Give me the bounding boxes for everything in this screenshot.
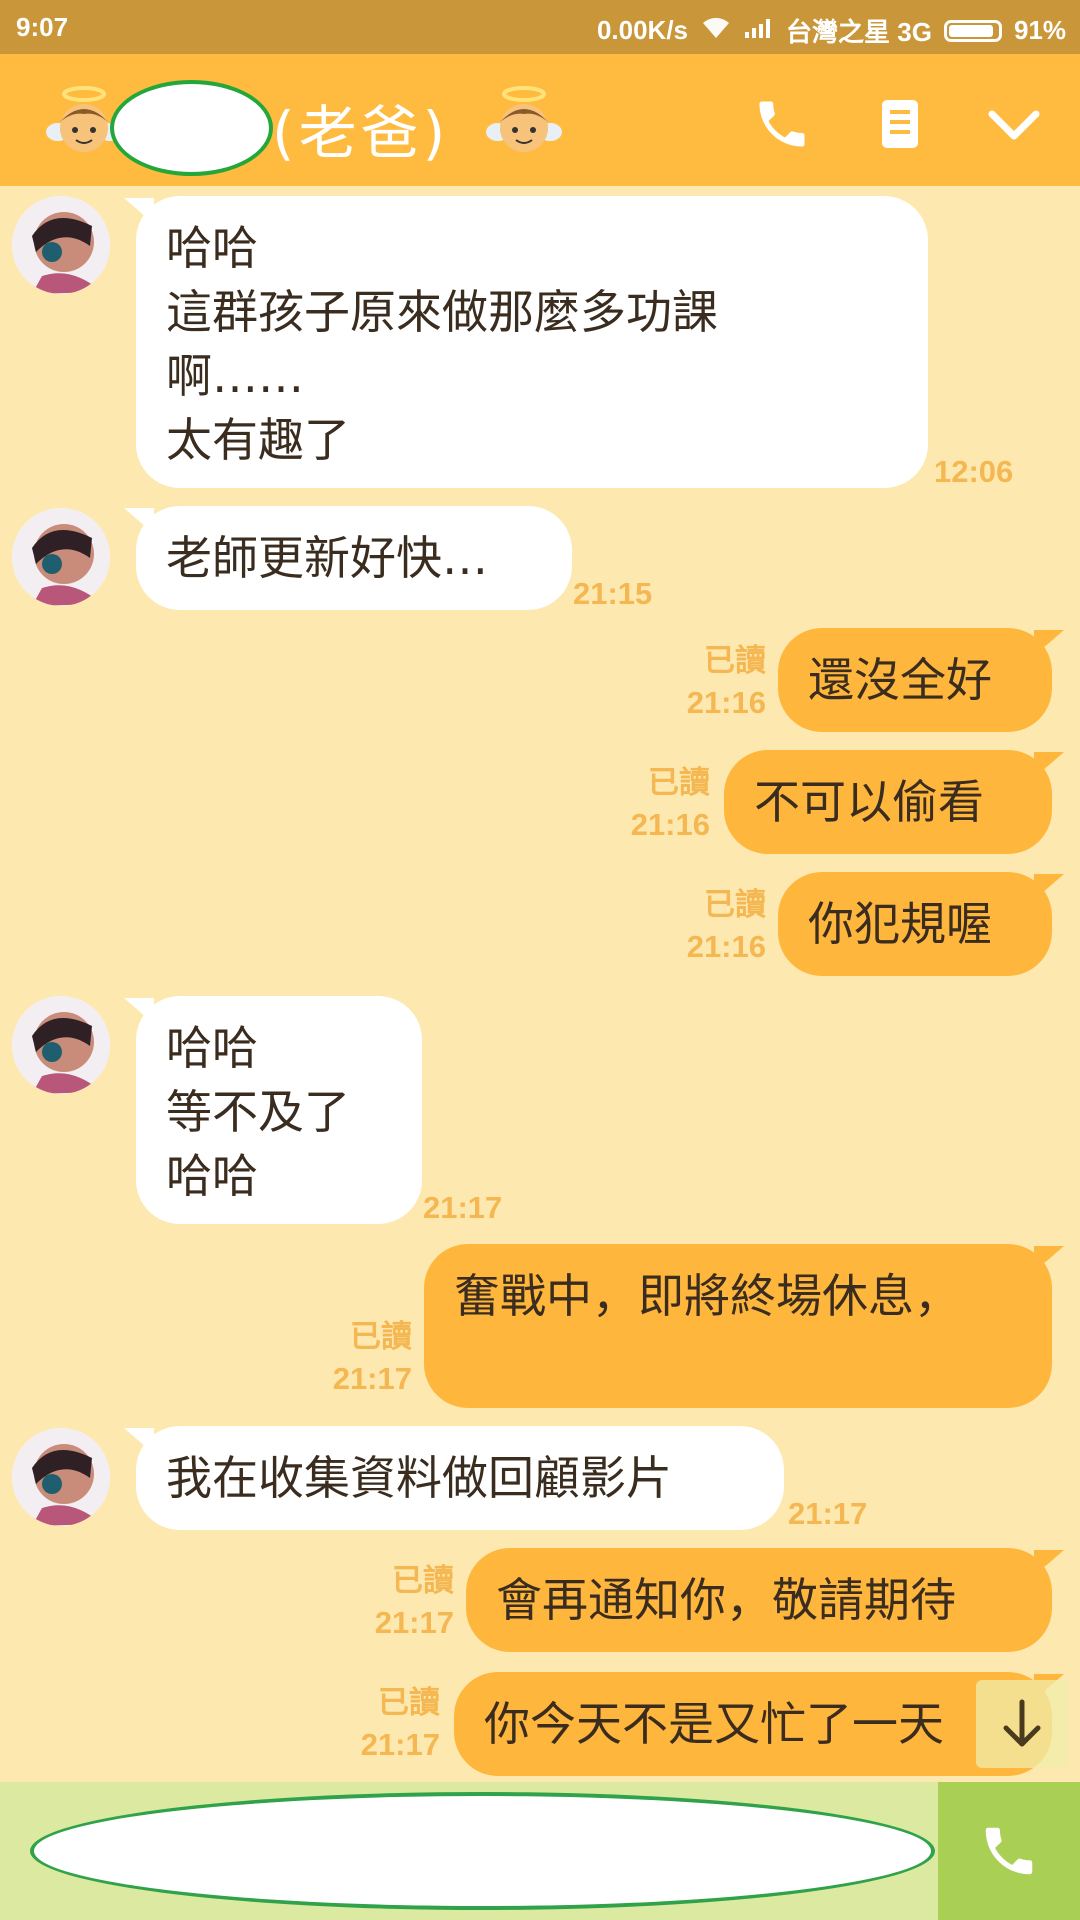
message-time: 21:17 <box>374 1605 454 1640</box>
arrow-down-icon <box>1000 1698 1044 1754</box>
notes-icon[interactable] <box>870 94 930 154</box>
phone-icon <box>978 1820 1040 1886</box>
message-bubble-outgoing[interactable]: 你今天不是又忙了一天 <box>454 1672 1052 1776</box>
chat-header: (老爸) <box>0 54 1080 186</box>
message-time: 12:06 <box>934 454 1014 489</box>
message-bubble-outgoing[interactable]: 奮戰中，即將終場休息， <box>424 1244 1052 1408</box>
message-input[interactable] <box>30 1792 935 1910</box>
read-status: 已讀 21:17 <box>361 1682 440 1766</box>
read-label: 已讀 <box>392 1563 454 1598</box>
status-time: 9:07 <box>16 12 69 42</box>
scroll-down-button[interactable] <box>976 1680 1068 1768</box>
contact-avatar[interactable] <box>12 996 110 1094</box>
redacted-name <box>110 80 273 176</box>
message-time: 21:16 <box>686 685 766 720</box>
wifi-icon <box>700 14 732 47</box>
signal-icon <box>744 15 774 46</box>
read-status: 已讀 21:17 <box>333 1316 412 1400</box>
read-status: 已讀 21:16 <box>687 884 766 968</box>
message-bubble-outgoing[interactable]: 會再通知你，敬請期待 <box>466 1548 1052 1652</box>
message-bubble-incoming[interactable]: 老師更新好快… <box>136 506 572 610</box>
bubble-tail <box>1034 1246 1064 1272</box>
message-time: 21:17 <box>423 1190 503 1225</box>
angel-emoji-icon <box>484 82 564 162</box>
read-status: 已讀 21:16 <box>687 640 766 724</box>
contact-avatar[interactable] <box>12 508 110 606</box>
message-time: 21:17 <box>332 1361 412 1396</box>
read-status: 已讀 21:16 <box>631 762 710 846</box>
message-bubble-outgoing[interactable]: 還沒全好 <box>778 628 1052 732</box>
battery-percent: 91% <box>1013 15 1066 45</box>
message-time: 21:16 <box>630 807 710 842</box>
call-button[interactable] <box>938 1782 1080 1920</box>
message-bubble-outgoing[interactable]: 你犯規喔 <box>778 872 1052 976</box>
read-status: 已讀 21:17 <box>375 1560 454 1644</box>
contact-name: (老爸) <box>272 99 450 167</box>
message-bubble-incoming[interactable]: 哈哈 這群孩子原來做那麼多功課 啊…… 太有趣了 <box>136 196 928 488</box>
message-time: 21:17 <box>788 1496 868 1531</box>
chevron-down-icon[interactable] <box>984 94 1044 154</box>
read-label: 已讀 <box>378 1685 440 1720</box>
message-time: 21:16 <box>686 929 766 964</box>
read-label: 已讀 <box>704 887 766 922</box>
read-label: 已讀 <box>704 643 766 678</box>
status-right: 0.00K/s 台灣之星 3G 91% <box>597 12 1066 49</box>
input-bar <box>0 1782 1080 1920</box>
bubble-tail <box>1034 874 1064 900</box>
read-label: 已讀 <box>648 765 710 800</box>
message-bubble-incoming[interactable]: 哈哈 等不及了 哈哈 <box>136 996 422 1224</box>
read-label: 已讀 <box>350 1319 412 1354</box>
message-time: 21:17 <box>360 1727 440 1762</box>
contact-avatar[interactable] <box>12 196 110 294</box>
bubble-tail <box>1034 630 1064 656</box>
contact-avatar[interactable] <box>12 1428 110 1526</box>
message-bubble-outgoing[interactable]: 不可以偷看 <box>724 750 1052 854</box>
phone-icon[interactable] <box>752 94 812 154</box>
message-bubble-incoming[interactable]: 我在收集資料做回顧影片 <box>136 1426 784 1530</box>
network-speed: 0.00K/s <box>596 15 689 45</box>
battery-icon <box>943 19 1002 42</box>
bubble-tail <box>1034 752 1064 778</box>
carrier-label: 台灣之星 3G <box>786 17 932 47</box>
status-bar: 9:07 0.00K/s 台灣之星 3G 91% <box>0 0 1080 54</box>
message-time: 21:15 <box>573 576 653 611</box>
bubble-tail <box>1034 1550 1064 1576</box>
